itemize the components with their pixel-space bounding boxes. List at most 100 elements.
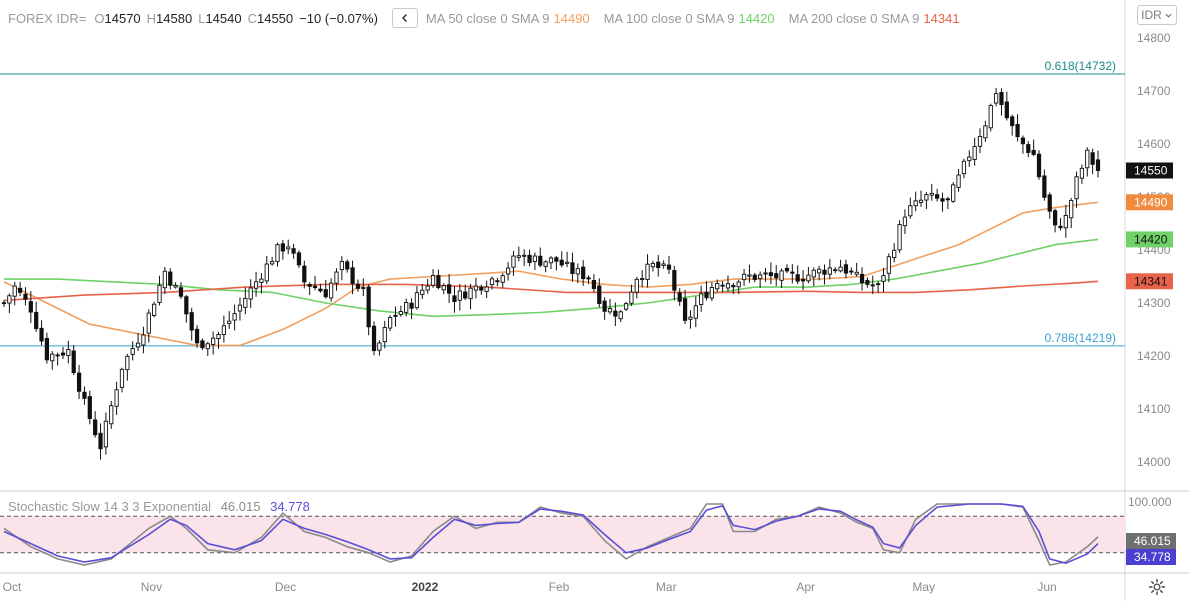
candle-body [1015, 124, 1020, 138]
candle-body [564, 261, 570, 264]
candle-body [157, 284, 162, 303]
candle-body [302, 265, 307, 283]
candle-body [951, 184, 956, 202]
candle-body [130, 348, 135, 355]
price-badges: 14550 14490 14420 14341 [1126, 162, 1173, 290]
candle-body [634, 278, 639, 293]
candle-body [307, 284, 312, 287]
candle-body [44, 338, 50, 361]
collapse-legend-button[interactable] [391, 8, 418, 28]
candle-body [50, 353, 55, 362]
candle-body [125, 355, 130, 371]
candle-body [629, 291, 634, 304]
gear-icon[interactable] [1148, 578, 1166, 596]
candle-body [489, 278, 495, 286]
candle-body [935, 194, 940, 199]
candle-body [1079, 167, 1085, 179]
candle-body [87, 396, 92, 419]
low-value: 14540 [205, 10, 242, 26]
price-badge-label: 14490 [1134, 195, 1168, 209]
candle-body [162, 270, 167, 289]
chevron-left-icon [401, 13, 407, 23]
time-tick-label: Nov [141, 580, 162, 594]
price-axis[interactable]: 1480014700146001450014400143001420014100… [1137, 31, 1171, 469]
candle-body [350, 267, 355, 284]
candle-body [741, 273, 747, 281]
ma-line [3, 201, 1099, 347]
candle-body [60, 352, 66, 356]
candle-body [168, 271, 173, 286]
ma100-label: MA 100 close 0 SMA 9 [603, 10, 735, 26]
candle-body [264, 263, 269, 282]
stochastic-legend: Stochastic Slow 14 3 3 Exponential 46.01… [8, 499, 310, 514]
candle-body [1036, 153, 1042, 178]
candle-body [752, 274, 757, 280]
candle-body [189, 312, 194, 331]
candle-body [522, 254, 527, 257]
candle-body [1, 302, 7, 305]
candle-body [548, 257, 554, 264]
candle-body [666, 264, 672, 270]
candle-body [12, 285, 17, 297]
candle-body [473, 285, 479, 291]
time-tick-label: 2022 [412, 580, 439, 594]
candle-body [382, 327, 387, 343]
candlesticks [1, 87, 1101, 460]
candle-body [1047, 194, 1052, 212]
candle-body [784, 267, 790, 272]
candle-body [291, 248, 296, 254]
candle-body [135, 342, 141, 348]
candle-body [436, 275, 441, 289]
candle-body [977, 135, 983, 147]
price-tick-label: 14200 [1137, 349, 1171, 363]
candle-body [613, 310, 618, 317]
candle-body [275, 244, 280, 262]
currency-selector[interactable]: IDR [1137, 5, 1177, 25]
candle-body [7, 295, 12, 304]
candle-body [924, 194, 929, 201]
high-value: 14580 [156, 10, 193, 26]
candle-body [902, 216, 908, 227]
candle-body [430, 275, 436, 286]
chart-legend: FOREX IDR= O 14570 H 14580 L 14540 C 145… [8, 8, 974, 28]
candle-body [1042, 175, 1047, 198]
candle-body [645, 263, 650, 280]
candle-body [586, 277, 591, 280]
candle-body [420, 289, 425, 295]
candle-body [682, 298, 688, 321]
candle-body [623, 303, 629, 310]
high-label: H [146, 10, 157, 26]
candle-body [205, 343, 210, 350]
price-tick-label: 14300 [1137, 296, 1171, 310]
candle-body [457, 290, 462, 301]
candle-body [940, 198, 945, 202]
low-label: L [198, 10, 206, 26]
candle-body [345, 261, 350, 270]
time-tick-label: May [912, 580, 935, 594]
candle-body [280, 243, 285, 252]
candle-body [822, 269, 827, 275]
chevron-down-icon [1165, 13, 1172, 18]
candle-body [774, 273, 779, 279]
candle-body [731, 285, 736, 288]
fibonacci-levels: 0.618(14732) 0.786(14219) [0, 59, 1125, 347]
time-axis[interactable]: Oct Nov Dec 2022 Feb Mar Apr May Jun [3, 580, 1057, 594]
price-tick-label: 14100 [1137, 402, 1171, 416]
candle-body [323, 289, 328, 298]
candle-body [446, 284, 452, 294]
fib-level-label: 0.786(14219) [1045, 331, 1116, 345]
candle-body [811, 269, 816, 278]
candle-body [699, 293, 704, 305]
candle-body [790, 271, 795, 274]
candle-body [1063, 214, 1068, 229]
candle-body [484, 286, 489, 292]
candle-body [173, 285, 178, 288]
candle-body [656, 261, 661, 269]
ma200-value: 14341 [923, 10, 960, 26]
candle-body [527, 254, 532, 263]
candle-body [312, 285, 318, 289]
candle-body [500, 275, 505, 283]
candle-body [725, 283, 731, 289]
stochastic-name: Stochastic Slow 14 3 3 Exponential [8, 499, 212, 514]
candle-body [103, 420, 109, 448]
